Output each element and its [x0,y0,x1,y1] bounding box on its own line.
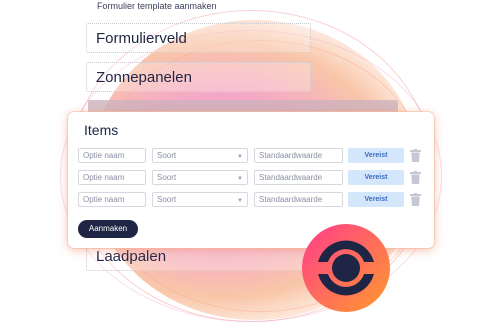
trash-icon[interactable] [410,193,421,206]
brand-logo-icon [302,224,390,312]
type-select[interactable]: Soort ▼ [152,192,248,207]
item-row: Optie naam Soort ▼ Standaardwaarde Verei… [78,170,423,186]
field-formulierveld[interactable]: Formulierveld [86,23,311,53]
option-name-input[interactable]: Optie naam [78,192,146,207]
type-select[interactable]: Soort ▼ [152,170,248,185]
chevron-down-icon: ▼ [237,154,243,160]
item-row: Optie naam Soort ▼ Standaardwaarde Verei… [78,148,423,164]
required-toggle[interactable]: Vereist [348,192,404,207]
type-select-label: Soort [157,173,177,182]
type-select-label: Soort [157,195,177,204]
required-toggle[interactable]: Vereist [348,170,404,185]
trash-icon[interactable] [410,171,421,184]
items-title: Items [84,122,119,138]
form-template-title: Formulier template aanmaken [97,1,217,11]
item-row: Optie naam Soort ▼ Standaardwaarde Verei… [78,192,423,208]
default-value-input[interactable]: Standaardwaarde [254,170,343,185]
option-name-input[interactable]: Optie naam [78,170,146,185]
default-value-input[interactable]: Standaardwaarde [254,148,343,163]
option-name-input[interactable]: Optie naam [78,148,146,163]
chevron-down-icon: ▼ [237,176,243,182]
type-select-label: Soort [157,151,177,160]
required-toggle[interactable]: Vereist [348,148,404,163]
type-select[interactable]: Soort ▼ [152,148,248,163]
create-button[interactable]: Aanmaken [78,220,138,238]
default-value-input[interactable]: Standaardwaarde [254,192,343,207]
chevron-down-icon: ▼ [237,198,243,204]
trash-icon[interactable] [410,149,421,162]
field-zonnepanelen[interactable]: Zonnepanelen [86,62,311,92]
